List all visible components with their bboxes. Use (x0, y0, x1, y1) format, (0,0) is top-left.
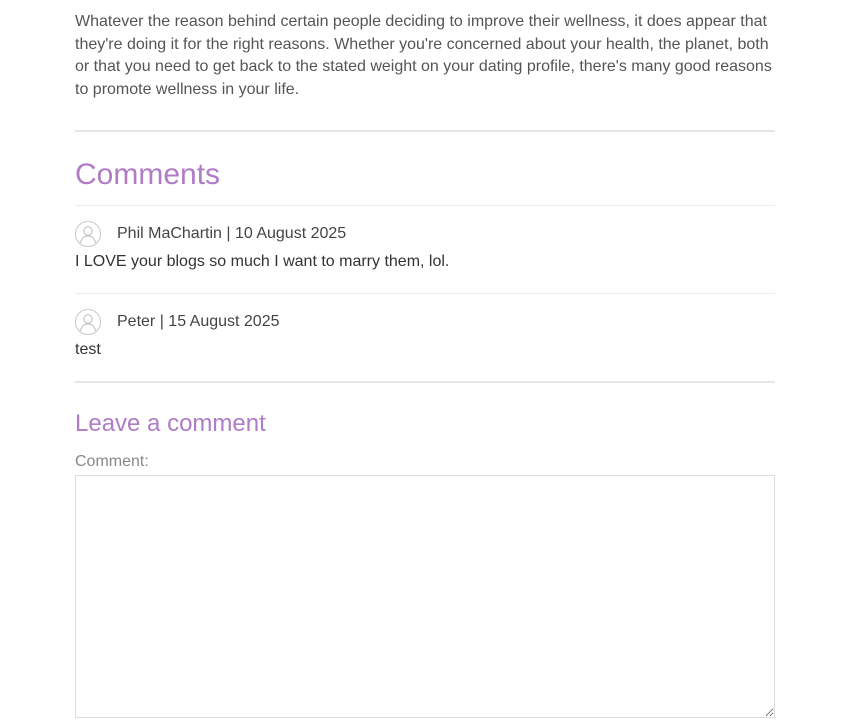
comment-header: Peter | 15 August 2025 (75, 308, 775, 336)
comment-meta: Phil MaChartin | 10 August 2025 (117, 225, 347, 242)
comments-heading: Comments (75, 158, 221, 191)
comment-text: I LOVE your blogs so much I want to marr… (75, 253, 450, 270)
article-closing-paragraph: Whatever the reason behind certain peopl… (75, 13, 772, 98)
user-avatar-icon (75, 221, 101, 247)
comment-field-label: Comment: (75, 453, 149, 470)
leave-comment-heading: Leave a comment (75, 410, 266, 437)
comment-text: test (75, 341, 101, 358)
comment-item: Phil MaChartin | 10 August 2025 I LOVE y… (75, 206, 775, 278)
comment-header: Phil MaChartin | 10 August 2025 (75, 220, 775, 248)
comment-item: Peter | 15 August 2025 test (75, 294, 775, 366)
user-avatar-icon (75, 309, 101, 335)
comment-textarea[interactable] (75, 475, 775, 718)
blog-post-footer: Whatever the reason behind certain peopl… (75, 0, 775, 718)
comment-meta: Peter | 15 August 2025 (117, 313, 280, 330)
